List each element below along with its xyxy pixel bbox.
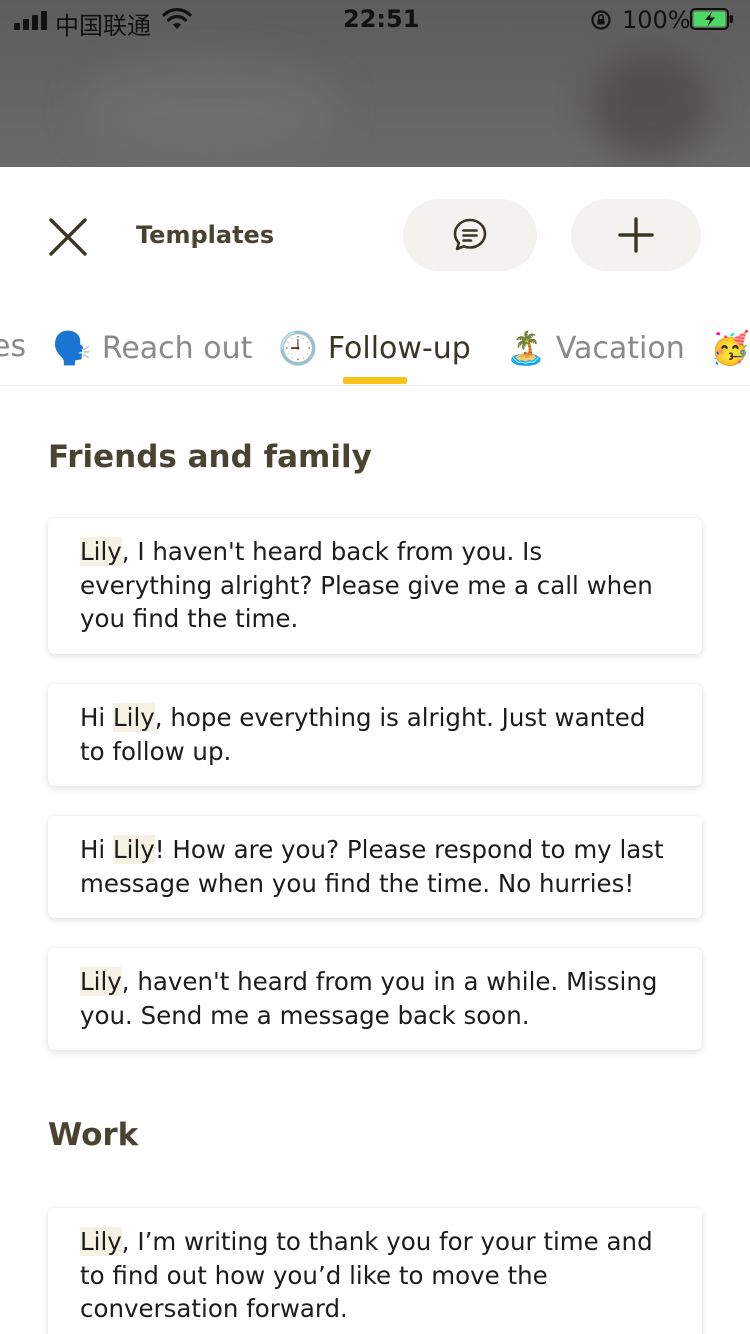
template-card[interactable]: Hi Lily! How are you? Please respond to …: [48, 816, 702, 918]
carrier-name: 中国联通: [55, 12, 151, 40]
contact-name-token: Lily: [80, 537, 122, 566]
templates-sheet: Templates es 🗣️ Reach out 🕘 Follow-up 🏝️…: [0, 167, 750, 1334]
battery-percentage: 100%: [622, 6, 691, 34]
template-text: Hi: [80, 835, 114, 864]
template-text: , I’m writing to thank you for your time…: [80, 1227, 653, 1323]
add-template-button[interactable]: [571, 199, 701, 271]
battery-charging-icon: [690, 8, 733, 30]
page-title: Templates: [136, 221, 275, 249]
desert-island-icon: 🏝️: [506, 329, 546, 367]
plus-icon: [618, 217, 654, 253]
category-tabs: es 🗣️ Reach out 🕘 Follow-up 🏝️ Vacation …: [0, 317, 750, 386]
tab-partial-left[interactable]: es: [0, 329, 26, 364]
signal-icon: [14, 10, 47, 30]
tab-label: Vacation: [555, 330, 685, 366]
status-bar: 中国联通 22:51 100%: [0, 0, 750, 40]
active-tab-indicator: [343, 377, 407, 384]
tab-label: es: [0, 329, 27, 364]
tab-reach-out[interactable]: 🗣️ Reach out: [52, 329, 252, 367]
template-card[interactable]: Lily, I haven't heard back from you. Is …: [48, 518, 702, 654]
contact-name-token: Lily: [113, 835, 155, 864]
wifi-icon: [162, 8, 192, 29]
section-title-work: Work: [48, 1117, 139, 1153]
clock-time: 22:51: [343, 5, 420, 33]
template-text: Hi: [80, 703, 114, 732]
template-card[interactable]: Lily, haven't heard from you in a while.…: [48, 948, 702, 1050]
tab-label: Follow-up: [327, 330, 471, 366]
template-text: , I haven't heard back from you. Is ever…: [80, 537, 653, 633]
section-title-friends-family: Friends and family: [48, 439, 372, 475]
template-text: , hope everything is alright. Just wante…: [80, 703, 646, 766]
tab-celebration[interactable]: 🥳: [710, 329, 750, 367]
template-text: , haven't heard from you in a while. Mis…: [80, 967, 658, 1030]
blurred-background-shape: [80, 60, 340, 160]
tab-vacation[interactable]: 🏝️ Vacation: [506, 329, 685, 367]
contact-name-token: Lily: [80, 1227, 122, 1256]
party-face-icon: 🥳: [710, 329, 750, 367]
blurred-background-shape: [590, 50, 710, 160]
tab-label: Reach out: [101, 330, 253, 366]
close-icon[interactable]: [44, 213, 92, 261]
chat-bubble-icon: [453, 218, 487, 251]
template-card[interactable]: Lily, I’m writing to thank you for your …: [48, 1208, 702, 1334]
orientation-lock-icon: [591, 10, 611, 30]
speaking-head-icon: 🗣️: [52, 329, 92, 367]
contact-name-token: Lily: [113, 703, 155, 732]
template-card[interactable]: Hi Lily, hope everything is alright. Jus…: [48, 684, 702, 786]
template-text: ! How are you? Please respond to my last…: [80, 835, 664, 898]
chat-button[interactable]: [403, 199, 537, 271]
tab-follow-up[interactable]: 🕘 Follow-up: [278, 329, 471, 367]
clock-icon: 🕘: [278, 329, 318, 367]
contact-name-token: Lily: [80, 967, 122, 996]
